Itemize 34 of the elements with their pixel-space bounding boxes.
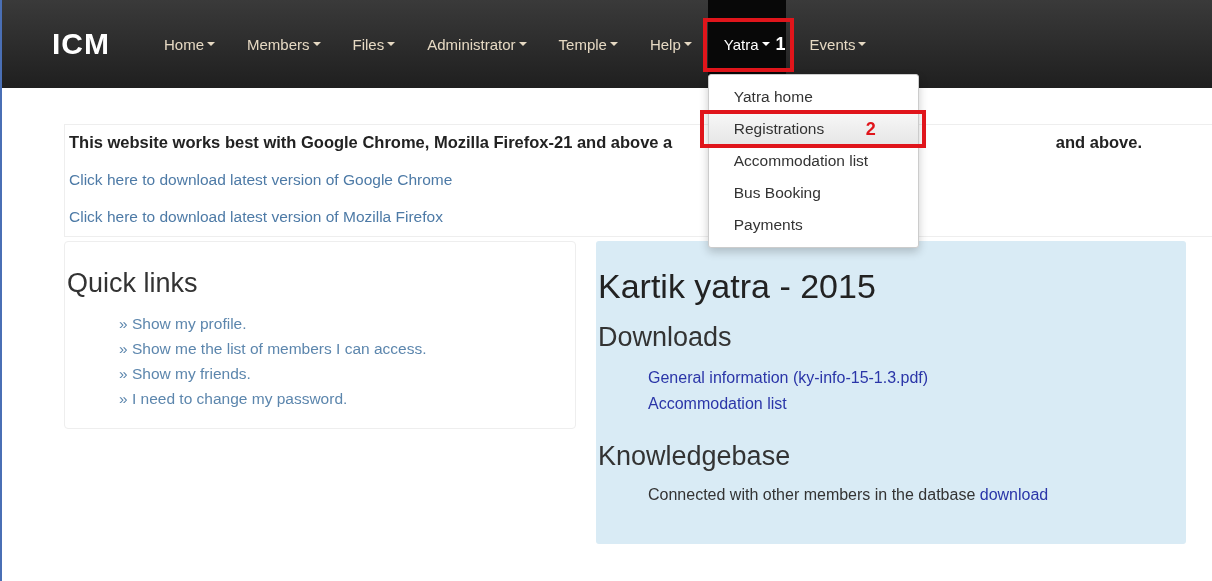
nav-menu-item[interactable]: Home <box>148 0 231 88</box>
notice-text: This website works best with Google Chrome, Mozilla Firefox-21 and above a <box>69 133 673 152</box>
callout-number: 1 <box>775 33 786 55</box>
nav-menu-item[interactable]: Help <box>633 0 708 88</box>
download-link[interactable]: General information (ky-info-15-1.3.pdf) <box>648 365 1186 391</box>
quick-link[interactable]: » Show me the list of members I can access. <box>119 336 573 361</box>
caret-icon <box>609 42 618 46</box>
download-link[interactable]: download <box>979 486 1049 503</box>
nav-menu-item[interactable]: Files <box>336 0 412 88</box>
caret-icon <box>858 42 867 46</box>
download-link[interactable]: Accommodation list <box>648 391 1186 417</box>
brand-logo[interactable]: ICM <box>52 27 110 61</box>
panel-title: Kartik yatra - 2015 <box>598 267 877 306</box>
caret-icon <box>207 42 215 46</box>
section-text: Connected with other members in the datbase download <box>648 486 1050 504</box>
quick-link[interactable]: » Show my friends. <box>119 361 573 386</box>
section-heading: Knowledgebase <box>598 441 792 472</box>
caret-icon <box>387 42 396 46</box>
dropdown-item[interactable]: Bus Booking <box>708 177 918 209</box>
nav-menu-item[interactable]: Administrator <box>411 0 543 88</box>
caret-icon <box>761 42 770 46</box>
caret-icon <box>518 42 527 46</box>
caret-icon <box>312 42 321 46</box>
dropdown-item[interactable]: Payments <box>708 209 918 241</box>
notice-text: and above. <box>1055 133 1142 152</box>
callout-number: 2 <box>865 118 876 140</box>
quick-link[interactable]: » Show my profile. <box>119 311 573 336</box>
nav-menu-item[interactable]: Members <box>231 0 337 88</box>
caret-icon <box>683 42 692 46</box>
section-heading: Downloads <box>598 322 733 353</box>
quick-link[interactable]: » I need to change my password. <box>119 386 573 411</box>
panel-heading: Quick links <box>67 268 199 299</box>
nav-menu-item[interactable]: Temple <box>542 0 634 88</box>
dropdown-item[interactable]: Accommodation list <box>708 145 918 177</box>
